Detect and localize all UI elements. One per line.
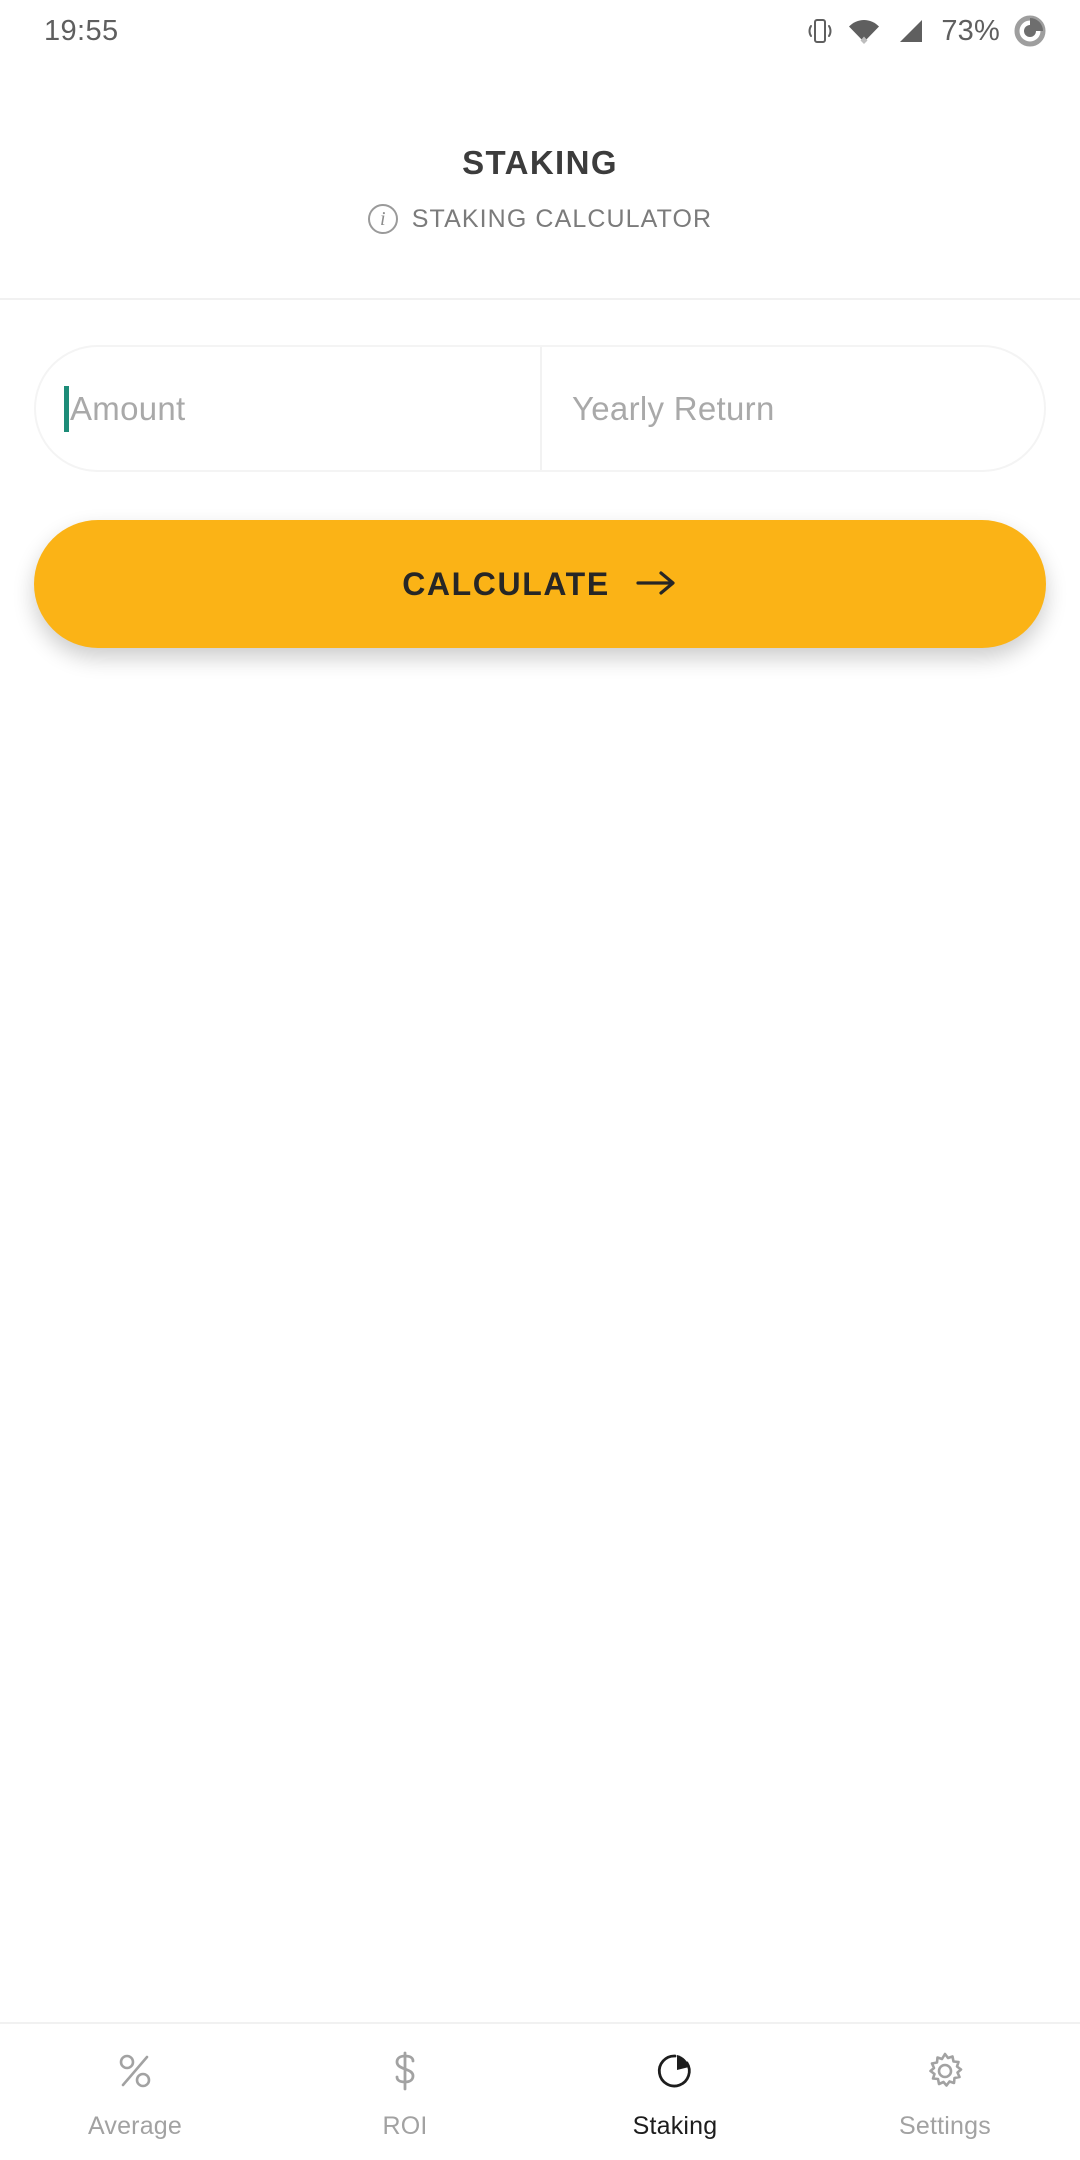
nav-item-settings-label: Settings (899, 2112, 991, 2140)
wifi-icon (847, 18, 881, 44)
status-bar: 19:55 73% (0, 0, 1080, 62)
battery-percentage: 73% (941, 14, 1000, 47)
amount-field-placeholder: Amount (70, 389, 186, 427)
nav-item-average[interactable]: Average (0, 2046, 270, 2141)
battery-circle-icon (1014, 15, 1046, 47)
info-icon[interactable]: i (367, 204, 398, 234)
page-title: STAKING (462, 144, 618, 181)
header-subtitle-label: STAKING CALCULATOR (411, 204, 713, 233)
nav-item-staking[interactable]: Staking (540, 2046, 810, 2141)
status-bar-clock: 19:55 (44, 14, 119, 47)
app-screen: 19:55 73% STAKING i STAKING CALCULATOR A… (0, 0, 1080, 2160)
cellular-signal-icon (895, 18, 925, 44)
amount-field[interactable]: Amount (36, 347, 540, 470)
bottom-navigation-bar: Average ROI Staking Settings (0, 2022, 1080, 2160)
input-fields-row: Amount Yearly Return (34, 345, 1046, 472)
yearly-return-field-placeholder: Yearly Return (572, 389, 775, 427)
vibrate-icon (807, 16, 833, 46)
yearly-return-field[interactable]: Yearly Return (540, 347, 1044, 470)
nav-item-settings[interactable]: Settings (810, 2046, 1080, 2141)
gear-icon (923, 2046, 967, 2096)
pie-chart-icon (653, 2046, 697, 2096)
percent-icon (113, 2046, 157, 2096)
calculate-button[interactable]: CALCULATE (34, 520, 1046, 648)
header-subtitle[interactable]: i STAKING CALCULATOR (367, 204, 713, 234)
nav-item-roi[interactable]: ROI (270, 2046, 540, 2141)
app-header: STAKING i STAKING CALCULATOR (0, 62, 1080, 300)
text-cursor (64, 385, 69, 432)
arrow-right-icon (636, 568, 678, 601)
nav-item-staking-label: Staking (632, 2112, 718, 2140)
main-content: Amount Yearly Return CALCULATE (0, 300, 1080, 2022)
nav-item-roi-label: ROI (382, 2112, 428, 2140)
dollar-icon (383, 2046, 427, 2096)
calculate-button-label: CALCULATE (402, 565, 610, 602)
nav-item-average-label: Average (87, 2112, 183, 2140)
status-bar-icons: 73% (807, 15, 1046, 48)
